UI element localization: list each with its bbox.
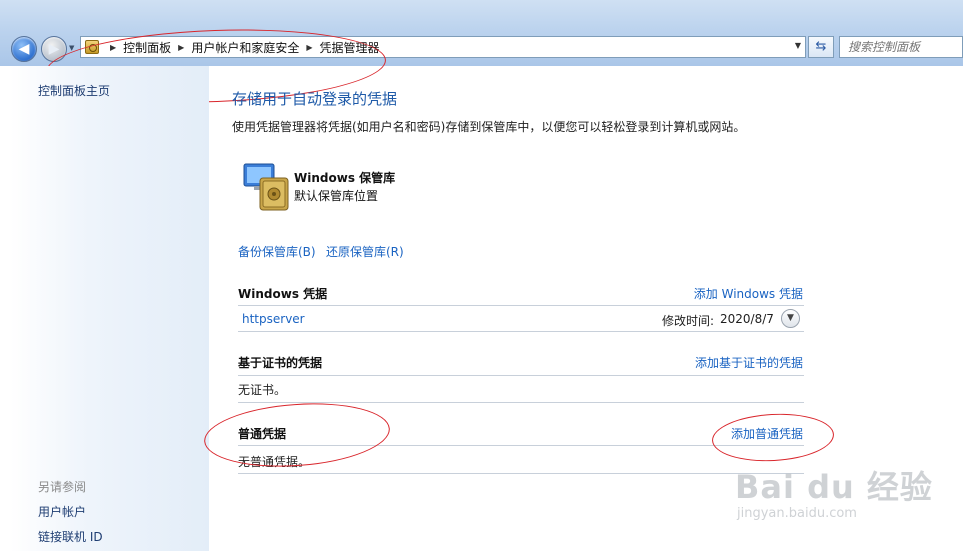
page-title: 存储用于自动登录的凭据 [232,90,398,108]
vault-icon [240,160,292,212]
modified-label: 修改时间: [662,314,715,328]
divider [238,473,804,474]
search-box[interactable] [839,36,963,58]
refresh-icon: ⇆ [815,39,827,54]
certificate-credentials-title: 基于证书的凭据 [238,356,323,370]
address-bar[interactable]: ▶ 控制面板 ▶ 用户帐户和家庭安全 ▶ 凭据管理器 ▼ [80,36,806,58]
sidebar: 控制面板主页 另请参阅 用户帐户 链接联机 ID [0,66,209,551]
back-button[interactable]: ◀ [11,36,37,62]
divider [238,445,804,446]
expand-credential-button[interactable]: ▼ [781,309,800,328]
breadcrumb-arrow-icon[interactable]: ▶ [306,43,312,52]
generic-credentials-title: 普通凭据 [238,427,287,441]
breadcrumb-arrow-icon[interactable]: ▶ [178,43,184,52]
no-certificate-text: 无证书。 [238,383,287,397]
address-dropdown-icon[interactable]: ▼ [795,41,801,50]
back-arrow-icon: ◀ [18,41,30,57]
vault-name: Windows 保管库 [294,171,396,185]
address-toolbar: ◀ ▶ ▼ ▶ 控制面板 ▶ 用户帐户和家庭安全 ▶ 凭据管理器 ▼ ⇆ [0,0,963,66]
control-panel-icon [85,40,99,54]
see-also-heading: 另请参阅 [38,480,87,494]
forward-button[interactable]: ▶ [41,36,67,62]
chevron-down-icon: ▼ [787,313,794,323]
add-generic-credential-link[interactable]: 添加普通凭据 [731,425,803,442]
history-dropdown-icon[interactable]: ▼ [69,44,74,52]
breadcrumb-arrow-icon[interactable]: ▶ [110,43,116,52]
watermark-url: jingyan.baidu.com [737,506,857,521]
no-generic-credential-text: 无普通凭据。 [238,455,311,469]
backup-vault-link[interactable]: 备份保管库(B) [238,243,316,260]
credential-httpserver[interactable]: httpserver [242,312,305,326]
divider [238,305,804,306]
modified-date: 2020/8/7 [720,312,774,326]
windows-credentials-title: Windows 凭据 [238,287,328,301]
sidebar-link-online-id[interactable]: 链接联机 ID [38,528,103,545]
divider [238,402,804,403]
breadcrumb-user-accounts[interactable]: 用户帐户和家庭安全 [191,39,299,56]
page-description: 使用凭据管理器将凭据(如用户名和密码)存储到保管库中，以便您可以轻松登录到计算机… [232,120,746,134]
divider [238,375,804,376]
breadcrumb-control-panel[interactable]: 控制面板 [123,39,171,56]
vault-subtitle: 默认保管库位置 [294,189,379,203]
search-input[interactable] [848,40,954,54]
restore-vault-link[interactable]: 还原保管库(R) [326,243,404,260]
add-certificate-credential-link[interactable]: 添加基于证书的凭据 [695,354,803,371]
refresh-button[interactable]: ⇆ [808,36,834,58]
sidebar-link-user-accounts[interactable]: 用户帐户 [38,503,86,520]
baidu-watermark: Bai du 经验 jingyan.baidu.com [735,462,933,521]
breadcrumb-credential-manager[interactable]: 凭据管理器 [320,39,380,56]
divider [238,331,804,332]
watermark-logo: Bai du 经验 [735,468,933,506]
sidebar-home-link[interactable]: 控制面板主页 [38,82,110,99]
forward-arrow-icon: ▶ [48,41,60,57]
add-windows-credential-link[interactable]: 添加 Windows 凭据 [694,285,803,302]
